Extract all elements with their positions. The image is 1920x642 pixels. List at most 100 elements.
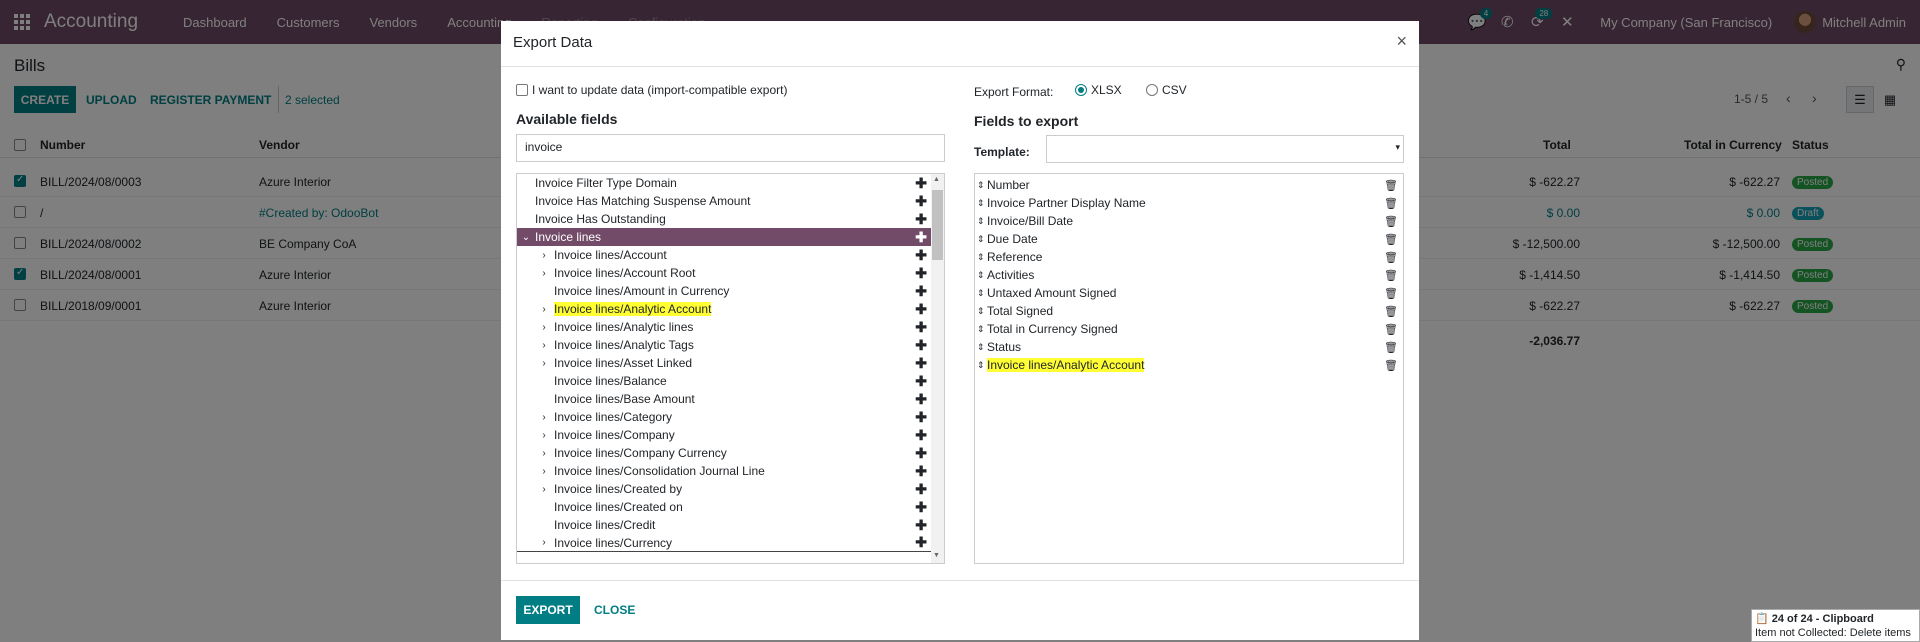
sort-icon[interactable]: ⇕: [977, 252, 987, 263]
field-item[interactable]: › Invoice lines/Analytic Account ✚: [517, 300, 931, 318]
field-item[interactable]: › Invoice lines/Asset Linked ✚: [517, 354, 931, 372]
field-item[interactable]: Invoice lines/Credit ✚: [517, 516, 931, 534]
field-item[interactable]: Invoice lines/Amount in Currency ✚: [517, 282, 931, 300]
field-item[interactable]: › Invoice lines/Created by ✚: [517, 480, 931, 498]
format-xlsx-option[interactable]: XLSX: [1075, 83, 1122, 97]
export-button[interactable]: EXPORT: [516, 596, 580, 624]
field-item[interactable]: Invoice lines/Balance ✚: [517, 372, 931, 390]
export-field-item[interactable]: ⇕ Invoice/Bill Date 🗑: [977, 212, 1401, 230]
plus-icon[interactable]: ✚: [915, 427, 927, 444]
chevron-right-icon[interactable]: ›: [538, 412, 550, 423]
chevron-right-icon[interactable]: ›: [538, 358, 550, 369]
field-item[interactable]: Invoice lines/Created on ✚: [517, 498, 931, 516]
field-item[interactable]: › Invoice lines/Currency ✚: [517, 534, 931, 552]
sort-icon[interactable]: ⇕: [977, 360, 987, 371]
plus-icon[interactable]: ✚: [915, 463, 927, 480]
field-item[interactable]: Invoice Filter Type Domain ✚: [517, 174, 931, 192]
import-compatible-toggle[interactable]: I want to update data (import-compatible…: [516, 83, 787, 97]
field-item[interactable]: › Invoice lines/Account Root ✚: [517, 264, 931, 282]
plus-icon[interactable]: ✚: [915, 283, 927, 300]
chevron-right-icon[interactable]: ›: [538, 268, 550, 279]
trash-icon[interactable]: 🗑: [1384, 179, 1398, 192]
xlsx-radio[interactable]: [1075, 84, 1087, 96]
fields-scrollbar[interactable]: ▲ ▼: [931, 174, 944, 563]
trash-icon[interactable]: 🗑: [1384, 215, 1398, 228]
chevron-right-icon[interactable]: ›: [538, 340, 550, 351]
trash-icon[interactable]: 🗑: [1384, 359, 1398, 372]
export-field-item[interactable]: ⇕ Total Signed 🗑: [977, 302, 1401, 320]
export-field-item[interactable]: ⇕ Status 🗑: [977, 338, 1401, 356]
scroll-thumb[interactable]: [932, 190, 943, 260]
trash-icon[interactable]: 🗑: [1384, 305, 1398, 318]
export-field-item[interactable]: ⇕ Untaxed Amount Signed 🗑: [977, 284, 1401, 302]
plus-icon[interactable]: ✚: [915, 337, 927, 354]
field-search-input[interactable]: invoice: [516, 134, 945, 162]
field-item[interactable]: Invoice Has Matching Suspense Amount ✚: [517, 192, 931, 210]
template-select[interactable]: ▾: [1046, 135, 1404, 163]
chevron-right-icon[interactable]: ›: [538, 322, 550, 333]
trash-icon[interactable]: 🗑: [1384, 233, 1398, 246]
plus-icon[interactable]: ✚: [915, 391, 927, 408]
sort-icon[interactable]: ⇕: [977, 198, 987, 209]
plus-icon[interactable]: ✚: [915, 534, 927, 551]
field-item-selected[interactable]: ⌄ Invoice lines ✚: [517, 228, 931, 246]
trash-icon[interactable]: 🗑: [1384, 269, 1398, 282]
export-field-item[interactable]: ⇕ Total in Currency Signed 🗑: [977, 320, 1401, 338]
chevron-right-icon[interactable]: ›: [538, 484, 550, 495]
plus-icon[interactable]: ✚: [915, 445, 927, 462]
plus-icon[interactable]: ✚: [915, 301, 927, 318]
close-button[interactable]: CLOSE: [594, 596, 635, 624]
sort-icon[interactable]: ⇕: [977, 306, 987, 317]
format-csv-option[interactable]: CSV: [1146, 83, 1187, 97]
sort-icon[interactable]: ⇕: [977, 180, 987, 191]
export-field-item[interactable]: ⇕ Invoice Partner Display Name 🗑: [977, 194, 1401, 212]
chevron-down-icon[interactable]: ⌄: [520, 232, 532, 243]
plus-icon[interactable]: ✚: [915, 355, 927, 372]
field-item[interactable]: › Invoice lines/Analytic lines ✚: [517, 318, 931, 336]
chevron-right-icon[interactable]: ›: [538, 304, 550, 315]
chevron-right-icon[interactable]: ›: [538, 250, 550, 261]
export-field-item[interactable]: ⇕ Activities 🗑: [977, 266, 1401, 284]
plus-icon[interactable]: ✚: [915, 211, 927, 228]
field-item[interactable]: › Invoice lines/Company Currency ✚: [517, 444, 931, 462]
sort-icon[interactable]: ⇕: [977, 234, 987, 245]
close-icon[interactable]: ×: [1396, 31, 1407, 52]
export-field-item[interactable]: ⇕ Due Date 🗑: [977, 230, 1401, 248]
plus-icon[interactable]: ✚: [915, 481, 927, 498]
plus-icon[interactable]: ✚: [915, 175, 927, 192]
sort-icon[interactable]: ⇕: [977, 288, 987, 299]
sort-icon[interactable]: ⇕: [977, 216, 987, 227]
trash-icon[interactable]: 🗑: [1384, 341, 1398, 354]
import-compatible-checkbox[interactable]: [516, 84, 528, 96]
field-item[interactable]: Invoice Has Outstanding ✚: [517, 210, 931, 228]
plus-icon[interactable]: ✚: [915, 373, 927, 390]
chevron-right-icon[interactable]: ›: [538, 537, 550, 548]
plus-icon[interactable]: ✚: [915, 229, 927, 246]
clipboard-notification[interactable]: 📋 24 of 24 - Clipboard Item not Collecte…: [1751, 609, 1920, 642]
plus-icon[interactable]: ✚: [915, 499, 927, 516]
field-item[interactable]: › Invoice lines/Category ✚: [517, 408, 931, 426]
export-field-item[interactable]: ⇕ Invoice lines/Analytic Account 🗑: [977, 356, 1401, 374]
trash-icon[interactable]: 🗑: [1384, 323, 1398, 336]
scroll-up-icon[interactable]: ▲: [933, 176, 940, 183]
csv-radio[interactable]: [1146, 84, 1158, 96]
sort-icon[interactable]: ⇕: [977, 342, 987, 353]
plus-icon[interactable]: ✚: [915, 247, 927, 264]
plus-icon[interactable]: ✚: [915, 517, 927, 534]
field-item[interactable]: › Invoice lines/Account ✚: [517, 246, 931, 264]
trash-icon[interactable]: 🗑: [1384, 251, 1398, 264]
field-item[interactable]: › Invoice lines/Analytic Tags ✚: [517, 336, 931, 354]
trash-icon[interactable]: 🗑: [1384, 197, 1398, 210]
chevron-right-icon[interactable]: ›: [538, 430, 550, 441]
field-item[interactable]: Invoice lines/Base Amount ✚: [517, 390, 931, 408]
trash-icon[interactable]: 🗑: [1384, 287, 1398, 300]
plus-icon[interactable]: ✚: [915, 319, 927, 336]
export-field-item[interactable]: ⇕ Reference 🗑: [977, 248, 1401, 266]
plus-icon[interactable]: ✚: [915, 409, 927, 426]
chevron-right-icon[interactable]: ›: [538, 466, 550, 477]
sort-icon[interactable]: ⇕: [977, 270, 987, 281]
plus-icon[interactable]: ✚: [915, 265, 927, 282]
chevron-right-icon[interactable]: ›: [538, 448, 550, 459]
field-item[interactable]: › Invoice lines/Company ✚: [517, 426, 931, 444]
sort-icon[interactable]: ⇕: [977, 324, 987, 335]
